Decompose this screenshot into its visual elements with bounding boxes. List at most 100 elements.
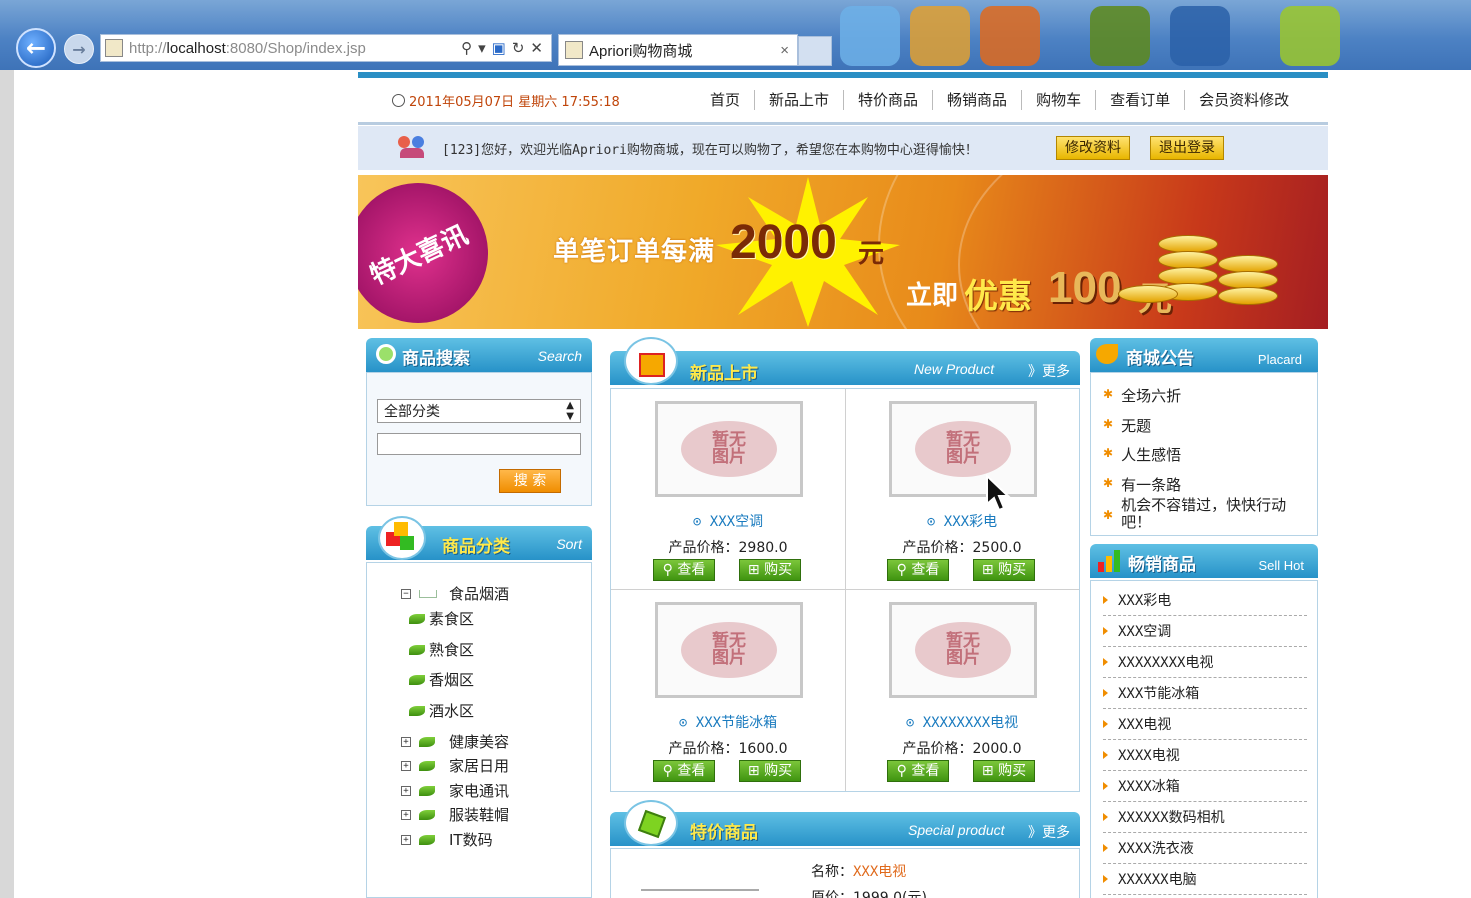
search-button[interactable]: 搜 索 [499,469,561,493]
nav-orders[interactable]: 查看订单 [1096,90,1186,110]
product-image[interactable]: 暂无 图片 [655,602,803,698]
tree-node[interactable]: + 家电通讯 [401,780,509,801]
back-button[interactable]: ← [16,28,56,68]
special-product-image[interactable] [641,889,759,898]
expand-icon[interactable]: + [401,760,411,771]
hot-item[interactable]: XXXX电视 [1103,740,1307,771]
notice-item-label[interactable]: 有一条路 [1121,474,1181,495]
product-name-text[interactable]: XXXXXXXX电视 [923,715,1018,731]
nav-profile[interactable]: 会员资料修改 [1185,90,1303,110]
tree-leaf[interactable]: 素食区 [409,608,474,629]
arrow-right-icon [1103,751,1108,759]
product-name-text[interactable]: XXX彩电 [944,514,997,530]
view-button[interactable]: ⚲ 查看 [653,760,715,782]
buy-button[interactable]: ⊞ 购买 [739,559,801,581]
hot-item-label[interactable]: XXXX冰箱 [1118,776,1180,796]
nav-hot[interactable]: 畅销商品 [933,90,1023,110]
hot-item-label[interactable]: XXXXXXXX电视 [1118,652,1213,672]
nav-special[interactable]: 特价商品 [844,90,934,110]
view-button[interactable]: ⚲ 查看 [653,559,715,581]
expand-icon[interactable]: + [401,736,411,747]
nav-new[interactable]: 新品上市 [755,90,845,110]
expand-icon[interactable]: + [401,834,411,845]
notice-item[interactable]: ✱ 机会不容错过，快快行动吧！ [1103,497,1293,531]
mouse-cursor-icon [986,474,1011,512]
compat-icon[interactable]: ▣ [492,39,506,57]
hot-item-label[interactable]: XXXX电视 [1118,745,1180,765]
nav-home[interactable]: 首页 [696,90,756,110]
hot-item-label[interactable]: XXX电视 [1118,714,1171,734]
notice-item-label[interactable]: 无题 [1121,415,1151,436]
refresh-icon[interactable]: ↻ [512,39,525,57]
hot-item[interactable]: XXXXXX数码相机 [1103,802,1307,833]
notice-item-label[interactable]: 全场六折 [1121,385,1181,406]
notice-item[interactable]: ✱ 有一条路 [1103,474,1181,495]
product-name[interactable]: ⊙ XXXXXXXX电视 [845,712,1079,732]
hot-item[interactable]: XXX节能冰箱 [1103,678,1307,709]
notice-item-label[interactable]: 人生感悟 [1121,444,1181,465]
product-name[interactable]: ⊙ XXX空调 [611,511,845,531]
collapse-icon[interactable]: − [401,588,411,599]
stop-icon[interactable]: ✕ [530,39,543,57]
category-select[interactable]: 全部分类 ▲ ▼ [377,399,581,423]
view-button[interactable]: ⚲ 查看 [887,559,949,581]
hot-item-label[interactable]: XXXXXX数码相机 [1118,807,1225,827]
tree-leaf[interactable]: 熟食区 [409,639,474,660]
date-time: 2011年05月07日 星期六 17:55:18 [392,91,620,110]
hot-item[interactable]: XXXX洗衣液 [1103,833,1307,864]
browser-tab[interactable]: Apriori购物商城 × [558,34,798,66]
edit-profile-button[interactable]: 修改资料 [1056,136,1130,160]
view-button[interactable]: ⚲ 查看 [887,760,949,782]
expand-icon[interactable]: + [401,785,411,796]
hot-item-label[interactable]: XXX节能冰箱 [1118,683,1199,703]
buy-button[interactable]: ⊞ 购买 [973,760,1035,782]
product-name-text[interactable]: XXX节能冰箱 [696,715,777,731]
product-image[interactable]: 暂无 图片 [889,401,1037,497]
hot-item[interactable]: XXX彩电 [1103,585,1307,616]
hot-item[interactable]: XXXXXXXX电视 [1103,647,1307,678]
price-label: 产品价格： [902,741,973,757]
dropdown-icon[interactable]: ▾ [478,39,486,57]
search-icon[interactable]: ⚲ [461,39,472,57]
expand-icon[interactable]: + [401,809,411,820]
forward-button[interactable]: → [64,34,94,64]
tree-node-food[interactable]: − 食品烟酒 [401,583,509,604]
new-products-more-link[interactable]: 》更多 [1028,361,1070,381]
product-image[interactable]: 暂无 图片 [655,401,803,497]
hot-item[interactable]: XXX电视 [1103,709,1307,740]
notice-item-label[interactable]: 机会不容错过，快快行动吧！ [1121,497,1293,531]
product-name[interactable]: ⊙ XXX彩电 [845,511,1079,531]
tab-close-icon[interactable]: × [780,42,789,59]
hot-item[interactable]: XXX空调 [1103,616,1307,647]
nav-cart[interactable]: 购物车 [1022,90,1097,110]
tree-node[interactable]: + 家居日用 [401,755,509,776]
address-bar[interactable]: http://localhost:8080/Shop/index.jsp ⚲ ▾… [100,34,552,62]
tree-node[interactable]: + 健康美容 [401,731,509,752]
notice-item[interactable]: ✱ 人生感悟 [1103,444,1181,465]
promo-banner[interactable]: 特大喜讯 单笔订单每满 2000 元 立即 优惠 100 元 [358,175,1328,329]
hot-item[interactable]: XXXXXX电脑 [1103,864,1307,895]
product-image[interactable]: 暂无 图片 [889,602,1037,698]
tree-leaf[interactable]: 香烟区 [409,669,474,690]
product-name-text[interactable]: XXX空调 [710,514,763,530]
product-name[interactable]: ⊙ XXX节能冰箱 [611,712,845,732]
hot-item[interactable]: XXXX冰箱 [1103,771,1307,802]
notice-item[interactable]: ✱ 全场六折 [1103,385,1181,406]
hot-item-label[interactable]: XXX彩电 [1118,590,1171,610]
cart-icon: ⊞ [747,562,760,578]
hot-item-label[interactable]: XXX空调 [1118,621,1171,641]
tree-leaf[interactable]: 酒水区 [409,700,474,721]
search-input[interactable] [377,433,581,455]
special-name-value[interactable]: XXX电视 [853,864,906,880]
buy-button[interactable]: ⊞ 购买 [973,559,1035,581]
hot-item-label[interactable]: XXXXXX电脑 [1118,869,1197,889]
new-tab-button[interactable] [798,36,832,66]
notice-item[interactable]: ✱ 无题 [1103,415,1151,436]
tree-node[interactable]: + 服装鞋帽 [401,804,509,825]
url-prefix: http:// [129,39,167,57]
tree-node[interactable]: + IT数码 [401,829,493,850]
buy-button[interactable]: ⊞ 购买 [739,760,801,782]
logout-button[interactable]: 退出登录 [1150,136,1224,160]
hot-item-label[interactable]: XXXX洗衣液 [1118,838,1194,858]
special-products-more-link[interactable]: 》更多 [1028,822,1070,842]
